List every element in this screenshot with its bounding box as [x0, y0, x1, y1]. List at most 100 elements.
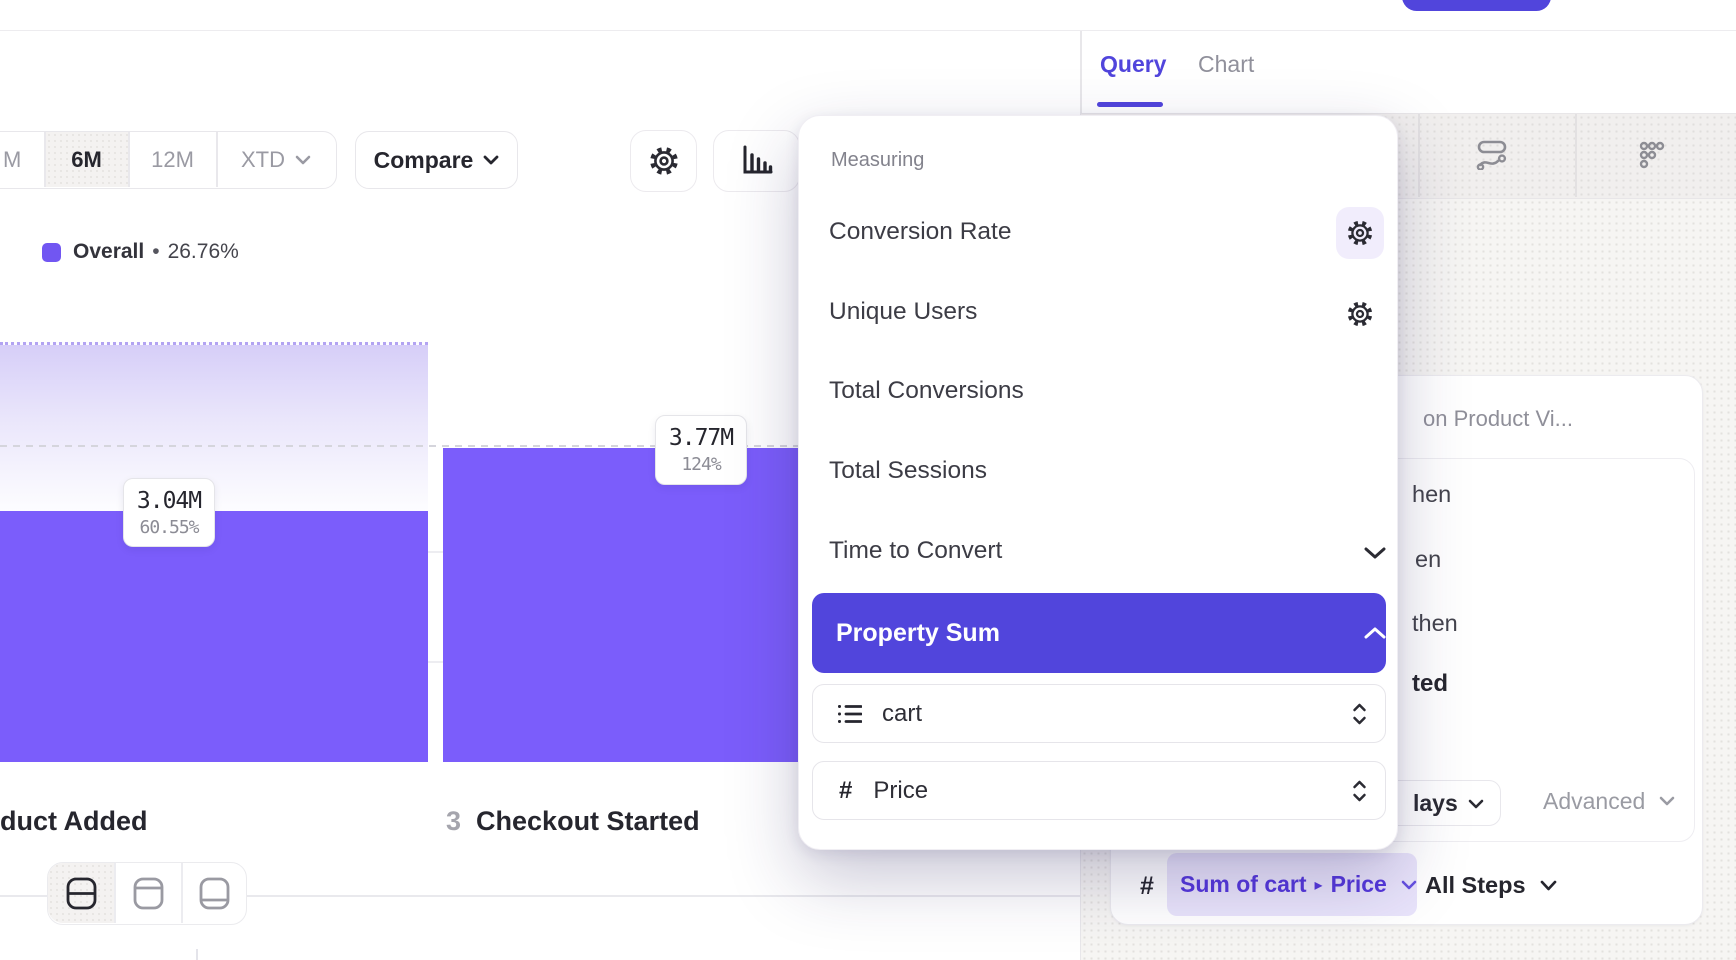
legend-series-label: Overall [73, 240, 144, 264]
menu-item-total-conversions[interactable]: Total Conversions [799, 352, 1399, 432]
updown-stepper-icon [1352, 780, 1367, 802]
step-row-fragment: hen [1412, 481, 1451, 508]
toolbar-divider [1418, 114, 1420, 197]
bar-conversion: 60.55% [139, 517, 198, 538]
all-steps-label: All Steps [1425, 872, 1526, 899]
time-range-12m-label: 12M [151, 147, 194, 173]
chevron-down-icon [1401, 880, 1417, 890]
layout-header-top-icon [133, 877, 164, 910]
bar-value-card[interactable]: 3.04M 60.55% [123, 478, 215, 547]
flows-icon [1476, 140, 1508, 170]
layout-toggle-split-rows[interactable] [48, 863, 114, 923]
numeric-property-select-value: Price [873, 777, 928, 805]
hash-icon: # [839, 777, 852, 805]
gear-icon [1345, 218, 1375, 248]
measuring-menu-title: Measuring [831, 149, 924, 172]
compare-button[interactable]: Compare [355, 131, 518, 189]
time-range-6m[interactable]: 6M [46, 132, 128, 187]
funnel-bar-product-added[interactable] [0, 511, 428, 762]
dot-funnel-icon [1637, 140, 1667, 170]
step-card-title: on Product Vi... [1423, 406, 1573, 432]
bar-value: 3.04M [137, 488, 201, 514]
tab-query-label: Query [1100, 51, 1166, 78]
step-row-fragment: ted [1412, 670, 1448, 698]
breakdown-view-button[interactable] [1612, 125, 1692, 185]
list-property-icon [837, 703, 862, 725]
chevron-down-icon [1468, 799, 1484, 809]
menu-item-time-to-convert[interactable]: Time to Convert [799, 512, 1399, 592]
menu-item-unique-users[interactable]: Unique Users [799, 273, 1399, 353]
layout-toggle-header-top[interactable] [116, 863, 181, 923]
top-header [0, 0, 1736, 31]
time-range-12m[interactable]: 12M [129, 132, 216, 187]
advanced-dropdown[interactable]: Advanced [1543, 786, 1675, 816]
menu-item-label: Time to Convert [829, 537, 1002, 565]
layout-toggle-footer-bottom[interactable] [183, 863, 246, 923]
numeric-property-select-field[interactable]: # Price [812, 761, 1386, 820]
legend-conversion-value: 26.76% [168, 240, 239, 264]
layout-split-rows-icon [66, 877, 97, 910]
measuring-menu: Measuring Conversion Rate Unique Users [798, 115, 1398, 850]
step-row-fragment: en [1415, 546, 1441, 573]
menu-item-label: Total Conversions [829, 377, 1024, 405]
chevron-down-icon [1659, 796, 1675, 806]
menu-item-conversion-rate[interactable]: Conversion Rate [799, 193, 1399, 273]
table-column-divider [196, 949, 198, 960]
primary-action-button[interactable] [1402, 0, 1551, 11]
menu-item-total-sessions[interactable]: Total Sessions [799, 432, 1399, 512]
app-root: M 6M 12M XTD Compare [0, 0, 1736, 960]
time-range-xtd[interactable]: XTD [217, 132, 335, 187]
chart-legend[interactable]: Overall • 26.76% [42, 241, 239, 263]
layout-footer-bottom-icon [199, 877, 230, 910]
step-label-product-added: duct Added [0, 806, 148, 837]
chevron-down-icon [483, 155, 499, 165]
sum-chip-prefix: Sum of cart [1180, 871, 1307, 898]
time-range-3m-label: M [3, 147, 21, 173]
all-steps-dropdown[interactable]: All Steps [1425, 869, 1557, 901]
delay-dropdown-label: lays [1413, 790, 1458, 817]
gear-icon [1345, 299, 1375, 329]
sum-property-chip[interactable]: Sum of cart ▸ Price [1167, 853, 1417, 916]
chevron-down-icon [1363, 546, 1387, 559]
menu-item-label: Property Sum [836, 619, 1000, 648]
menu-item-property-sum[interactable]: Property Sum [812, 593, 1386, 673]
time-range-6m-label: 6M [71, 147, 102, 173]
unique-users-settings-button[interactable] [1342, 296, 1378, 332]
step-number: 3 [446, 806, 461, 837]
menu-item-label: Total Sessions [829, 457, 987, 485]
chevron-down-icon [1540, 880, 1557, 891]
property-select-value: cart [882, 700, 922, 728]
chevron-up-icon [1363, 627, 1387, 640]
legend-swatch [42, 243, 61, 262]
step-row-fragment: then [1412, 610, 1458, 637]
flows-view-button[interactable] [1452, 125, 1532, 185]
compare-button-label: Compare [374, 147, 474, 174]
legend-separator: • [152, 240, 159, 264]
tab-query[interactable]: Query [1100, 49, 1166, 79]
conversion-rate-settings-button[interactable] [1336, 207, 1384, 259]
step-label-checkout-started: 3 Checkout Started [446, 806, 700, 837]
menu-item-label: Conversion Rate [829, 218, 1011, 246]
step-name: Checkout Started [476, 806, 700, 837]
layout-toggle-group [47, 862, 247, 925]
tab-chart-label: Chart [1198, 51, 1254, 78]
chart-type-button[interactable] [713, 130, 800, 192]
property-select-field[interactable]: cart [812, 684, 1386, 743]
bar-value: 3.77M [669, 425, 733, 451]
numeric-symbol: # [1140, 872, 1154, 901]
toolbar-divider [1575, 114, 1577, 197]
histogram-icon [740, 145, 774, 177]
time-range-selector: M 6M 12M XTD [0, 131, 337, 189]
bar-value-card[interactable]: 3.77M 124% [655, 415, 747, 485]
chevron-down-icon [295, 155, 311, 165]
menu-item-label: Unique Users [829, 298, 977, 326]
bar-conversion: 124% [681, 454, 720, 475]
tab-query-underline [1097, 102, 1163, 107]
updown-stepper-icon [1352, 703, 1367, 725]
gear-icon [647, 144, 681, 178]
tab-chart[interactable]: Chart [1198, 49, 1254, 79]
time-range-xtd-label: XTD [241, 147, 285, 173]
time-range-3m[interactable]: M [0, 132, 44, 187]
sum-chip-property: Price [1331, 871, 1387, 898]
chart-settings-button[interactable] [630, 130, 697, 192]
